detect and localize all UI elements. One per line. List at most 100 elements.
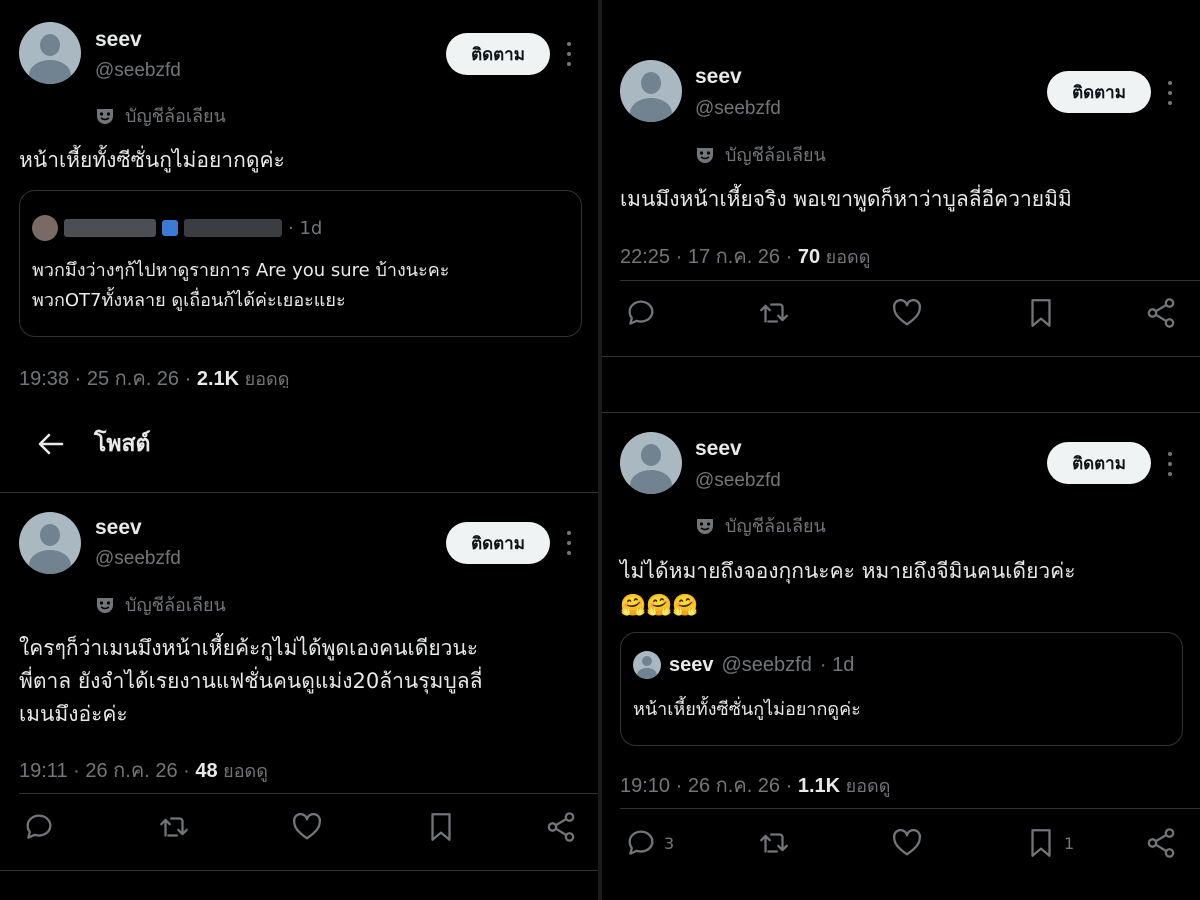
retweet-button[interactable] — [157, 810, 191, 844]
retweet-button[interactable] — [757, 826, 791, 860]
like-button[interactable] — [890, 826, 924, 860]
more-icon[interactable] — [564, 42, 574, 66]
bookmark-button[interactable] — [424, 810, 458, 844]
tweet-time: 19:38 — [19, 368, 70, 388]
quoted-tweet[interactable]: · 1d พวกมึงว่างๆก้ไปหาดูรายการ Are you s… — [19, 190, 582, 337]
tweet-meta: 19:10 · 26 ก.ค. 26 · 1.1K ยอดดู — [620, 775, 891, 797]
parody-text: บัญชีล้อเลียน — [125, 595, 226, 616]
action-bar: 3 1 — [602, 826, 1200, 866]
author-handle[interactable]: @seebzfd — [695, 98, 781, 120]
author-handle[interactable]: @seebzfd — [95, 548, 181, 570]
parody-mask-icon — [97, 597, 113, 613]
author-handle[interactable]: @seebzfd — [95, 60, 181, 82]
retweet-icon — [760, 833, 788, 853]
reply-button[interactable] — [624, 296, 658, 330]
tweet-time: 22:25 — [620, 246, 671, 268]
tweet-meta: 19:11 · 26 ก.ค. 26 · 48 ยอดดู — [19, 760, 268, 782]
parody-label: บัญชีล้อเลียน — [95, 101, 226, 130]
post-header: โพสต์ — [36, 424, 151, 464]
parody-text: บัญชีล้อเลียน — [125, 106, 226, 127]
tweet-date: 26 ก.ค. 26 — [85, 760, 178, 782]
like-button[interactable] — [290, 810, 324, 844]
quoted-avatar — [633, 651, 661, 679]
author-handle[interactable]: @seebzfd — [695, 470, 781, 492]
more-icon[interactable] — [1165, 81, 1175, 105]
like-icon — [892, 298, 922, 326]
view-count: 1.1K — [797, 775, 841, 797]
reply-icon — [628, 300, 654, 325]
view-count: 48 — [195, 760, 218, 782]
parody-label: บัญชีล้อเลียน — [695, 140, 826, 169]
follow-button[interactable]: ติดตาม — [446, 33, 550, 75]
bookmark-icon — [1031, 829, 1051, 857]
more-icon[interactable] — [1165, 452, 1175, 476]
avatar[interactable] — [19, 22, 81, 84]
tweet-date: 26 ก.ค. 26 — [687, 775, 781, 797]
views-label: ยอดดู — [825, 247, 871, 268]
tweet-time: 19:11 — [19, 760, 68, 782]
reply-count: 3 — [664, 833, 675, 853]
tweet-meta: 22:25 · 17 ก.ค. 26 · 70 ยอดดู — [620, 246, 871, 268]
divider — [620, 280, 1200, 281]
follow-button[interactable]: ติดตาม — [446, 522, 550, 564]
tweet-date: 17 ก.ค. 26 — [687, 246, 781, 268]
parody-mask-icon — [97, 108, 113, 124]
quoted-text: หน้าเหี้ยทั้งซีซั่นกูไม่อยากดูค่ะ — [633, 699, 861, 720]
divider — [620, 808, 1200, 809]
bookmark-button[interactable]: 1 — [1024, 826, 1074, 860]
quoted-handle: @seebzfd — [721, 653, 812, 676]
parody-text: บัญชีล้อเลียน — [725, 516, 826, 537]
author-name[interactable]: seev — [95, 516, 142, 540]
avatar[interactable] — [620, 60, 682, 122]
tweet-time: 19:10 — [620, 775, 671, 797]
like-button[interactable] — [890, 296, 924, 330]
retweet-button[interactable] — [757, 296, 791, 330]
divider — [19, 793, 598, 794]
obscured-avatar — [32, 215, 58, 241]
bookmark-button[interactable] — [1024, 296, 1058, 330]
share-icon — [1147, 828, 1175, 858]
share-icon — [547, 812, 575, 842]
share-button[interactable] — [1144, 296, 1178, 330]
obscured-badge — [162, 220, 178, 236]
reply-button[interactable]: 3 — [624, 826, 674, 860]
post-panel-1: seev @seebzfd ติดตาม บัญชีล้อเลียน หน้าเ… — [0, 0, 598, 388]
tweet-text: ไม่ได้หมายถึงจองกุกนะคะ หมายถึงจีมินคนเด… — [620, 559, 1076, 617]
quoted-time: · 1d — [819, 653, 855, 676]
quoted-time: · 1d — [288, 217, 323, 239]
post-panel-2: โพสต์ seev @seebzfd ติดตาม บัญชีล้อเลียน… — [0, 388, 598, 900]
quoted-header-obscured: · 1d — [32, 215, 322, 241]
reply-icon — [628, 830, 654, 855]
divider — [0, 870, 598, 871]
author-name[interactable]: seev — [695, 437, 742, 461]
share-button[interactable] — [544, 810, 578, 844]
back-arrow-icon[interactable] — [36, 429, 66, 459]
follow-button[interactable]: ติดตาม — [1047, 442, 1151, 484]
author-name[interactable]: seev — [695, 65, 742, 89]
reply-button[interactable] — [22, 810, 56, 844]
views-label: ยอดดู — [223, 761, 268, 782]
header-title: โพสต์ — [94, 431, 151, 457]
post-panel-4: seev @seebzfd ติดตาม บัญชีล้อเลียน ไม่ได… — [602, 384, 1200, 900]
follow-button[interactable]: ติดตาม — [1047, 71, 1151, 113]
collage-divider-vertical — [598, 0, 602, 900]
tweet-date: 25 ก.ค. 26 — [86, 368, 180, 388]
author-name[interactable]: seev — [95, 28, 142, 52]
share-button[interactable] — [1144, 826, 1178, 860]
avatar[interactable] — [19, 512, 81, 574]
parody-label: บัญชีล้อเลียน — [695, 511, 826, 540]
quoted-tweet[interactable]: seev @seebzfd · 1d หน้าเหี้ยทั้งซีซั่นกู… — [620, 632, 1183, 746]
post-panel-3: seev @seebzfd ติดตาม บัญชีล้อเลียน เมนมึ… — [602, 0, 1200, 384]
more-icon[interactable] — [564, 531, 574, 555]
parody-mask-icon — [697, 147, 713, 163]
view-count: 2.1K — [196, 368, 240, 388]
action-bar — [0, 810, 598, 850]
quoted-text: พวกมึงว่างๆก้ไปหาดูรายการ Are you sure บ… — [32, 260, 450, 311]
avatar[interactable] — [620, 432, 682, 494]
tweet-text: หน้าเหี้ยทั้งซีซั่นกูไม่อยากดูค่ะ — [19, 148, 285, 172]
bookmark-icon — [431, 813, 451, 841]
like-icon — [292, 812, 322, 840]
obscured-name — [64, 219, 156, 237]
like-icon — [892, 828, 922, 856]
tweet-meta: 19:38 · 25 ก.ค. 26 · 2.1K ยอดดู — [19, 368, 290, 388]
